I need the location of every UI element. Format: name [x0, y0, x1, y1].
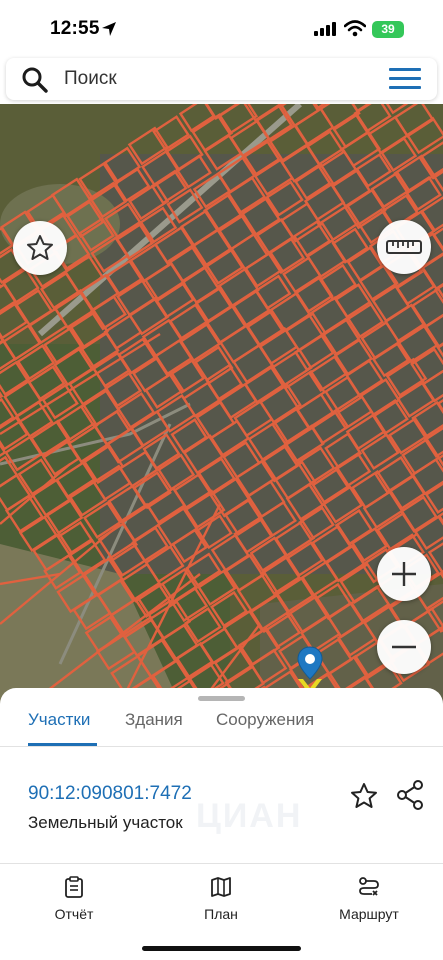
plus-icon: [392, 562, 416, 586]
parcel-type: Земельный участок: [28, 813, 183, 832]
nav-plan[interactable]: План: [196, 876, 246, 922]
sheet-grabber[interactable]: [198, 696, 245, 701]
parcel-number[interactable]: 90:12:090801:7472: [28, 783, 192, 805]
tab-parcels[interactable]: Участки: [28, 710, 90, 730]
share-icon[interactable]: [396, 779, 424, 811]
watermark: ЦИАН: [196, 797, 303, 835]
map-canvas[interactable]: [0, 104, 443, 704]
object-type-tabs: Участки Здания Сооружения: [0, 706, 443, 746]
battery-level: 39: [381, 22, 395, 36]
nav-report-label: Отчёт: [54, 906, 94, 922]
nav-route-label: Маршрут: [339, 906, 399, 922]
zoom-out-button[interactable]: [377, 620, 431, 674]
nav-route[interactable]: Маршрут: [330, 876, 408, 922]
search-icon: [22, 67, 48, 93]
ruler-button[interactable]: [377, 220, 431, 274]
map-icon: [211, 877, 231, 897]
star-icon: [27, 235, 53, 260]
clipboard-icon: [65, 876, 83, 898]
tab-structures[interactable]: Сооружения: [216, 710, 314, 730]
status-time: 12:55: [50, 18, 100, 39]
bottom-sheet: Участки Здания Сооружения ЦИАН 90:12:090…: [0, 688, 443, 960]
zoom-in-button[interactable]: [377, 547, 431, 601]
route-icon: [359, 877, 379, 896]
home-indicator: [142, 946, 301, 951]
tab-buildings[interactable]: Здания: [125, 710, 183, 730]
status-bar: 12:55 39: [0, 0, 443, 56]
wifi-icon: [344, 20, 366, 37]
bottom-navigation: Отчёт План Маршрут: [0, 864, 443, 928]
battery-indicator: 39: [372, 21, 404, 38]
star-icon[interactable]: [349, 781, 379, 811]
nav-report[interactable]: Отчёт: [48, 876, 100, 922]
ruler-icon: [386, 240, 422, 254]
search-bar: [6, 58, 437, 100]
parcel-card[interactable]: ЦИАН 90:12:090801:7472 Земельный участок: [0, 747, 443, 863]
cadastral-map[interactable]: [0, 104, 443, 704]
location-arrow-icon: [102, 22, 116, 36]
minus-icon: [392, 645, 416, 649]
favorite-map-button[interactable]: [13, 221, 67, 275]
nav-plan-label: План: [204, 906, 238, 922]
cellular-signal-icon: [314, 22, 336, 36]
menu-icon[interactable]: [389, 68, 421, 90]
search-input[interactable]: [64, 58, 364, 100]
